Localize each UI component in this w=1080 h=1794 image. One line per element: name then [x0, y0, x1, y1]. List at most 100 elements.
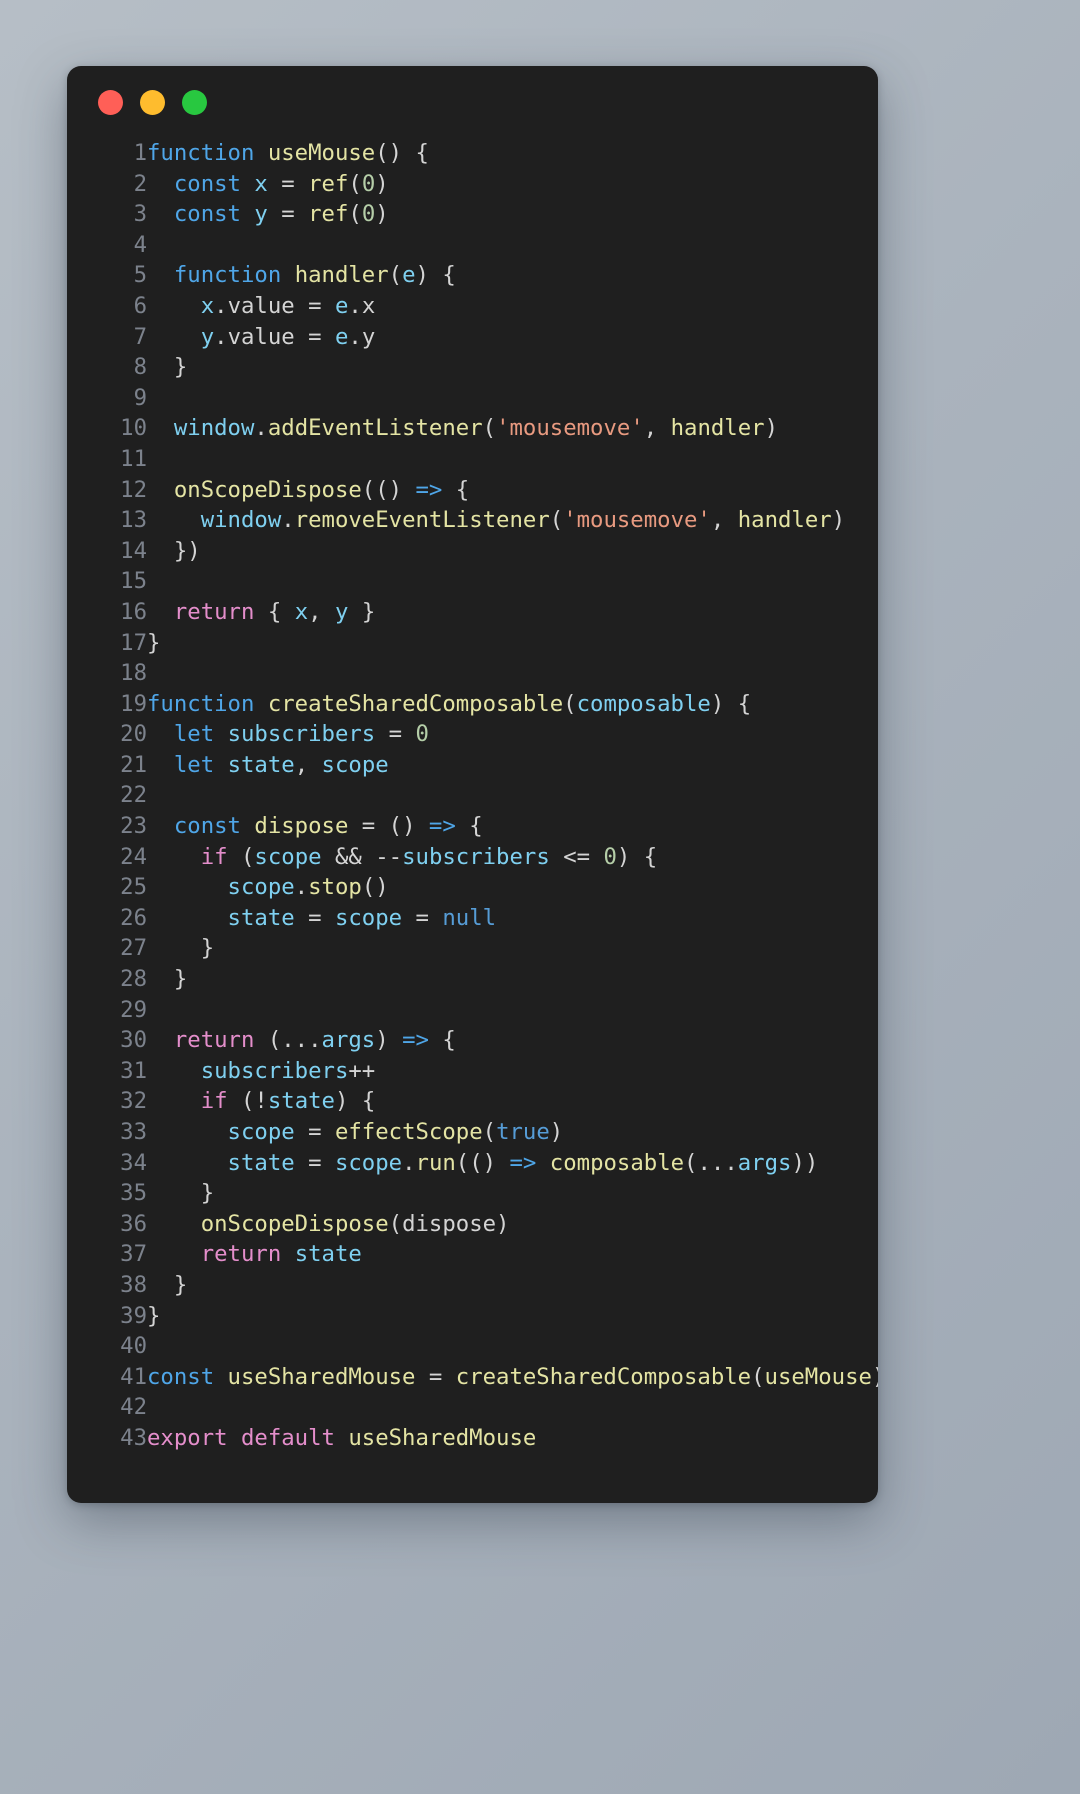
token-op: () { [375, 140, 429, 166]
token-op: { [428, 1027, 456, 1054]
line-source[interactable]: let subscribers = 0 [147, 719, 878, 750]
code-line: 17} [67, 628, 878, 659]
token-ctl: if [200, 843, 228, 870]
token-var: subscribers [200, 1057, 349, 1084]
line-source[interactable]: ​ [147, 1331, 878, 1362]
token-arw: => [509, 1149, 537, 1176]
token-pln [147, 905, 228, 931]
line-source[interactable]: } [147, 1178, 878, 1209]
token-op: { [254, 598, 295, 625]
token-op: { [455, 813, 483, 840]
line-source[interactable]: ​ [147, 383, 878, 414]
line-source[interactable]: let state, scope [147, 750, 878, 781]
line-number: 22 [120, 782, 147, 809]
line-source[interactable]: if (scope && --subscribers <= 0) { [147, 842, 878, 873]
line-source[interactable]: state = scope.run(() => composable(...ar… [147, 1148, 878, 1179]
token-var: y [254, 201, 268, 228]
token-fn: stop [308, 874, 362, 901]
token-op: (! [227, 1088, 268, 1115]
token-op: ) [496, 1210, 510, 1237]
token-op: = [294, 1119, 335, 1145]
code-line: 16 return { x, y } [67, 597, 878, 628]
line-source[interactable]: scope.stop() [147, 872, 878, 903]
window-titlebar [67, 66, 878, 138]
token-fn: onScopeDispose [200, 1210, 389, 1237]
line-source[interactable]: onScopeDispose(dispose) [147, 1209, 878, 1240]
line-source[interactable]: ​ [147, 230, 878, 261]
line-source[interactable]: function createSharedComposable(composab… [147, 689, 878, 720]
code-line: 27 } [67, 933, 878, 964]
line-source[interactable]: } [147, 628, 878, 659]
line-source[interactable]: return (...args) => { [147, 1025, 878, 1056]
line-source[interactable]: }) [147, 536, 878, 567]
token-op: ( [348, 170, 362, 197]
line-source[interactable]: } [147, 1270, 878, 1301]
maximize-button[interactable] [182, 89, 207, 115]
line-source[interactable]: } [147, 964, 878, 995]
line-source[interactable]: x.value = e.x [147, 291, 878, 322]
close-button[interactable] [98, 89, 123, 115]
line-source[interactable]: window.addEventListener('mousemove', han… [147, 413, 878, 444]
line-source[interactable]: ​ [147, 566, 878, 597]
line-source[interactable]: ​ [147, 995, 878, 1026]
line-source[interactable]: const y = ref(0) [147, 199, 878, 230]
line-source[interactable]: } [147, 352, 878, 383]
token-var: state [227, 751, 295, 778]
line-source[interactable]: ​ [147, 780, 878, 811]
code-editor[interactable]: 1 function useMouse() {2 const x = ref(0)… [67, 138, 878, 1480]
token-var: scope [334, 1149, 403, 1176]
token-op: (() [361, 476, 416, 503]
token-var: state [227, 1149, 295, 1176]
line-source[interactable]: } [147, 1301, 878, 1332]
line-source[interactable]: const x = ref(0) [147, 169, 878, 200]
token-op: ) [375, 170, 389, 197]
code-line: 4​ [67, 230, 878, 261]
token-fn: handler [670, 415, 765, 442]
line-source[interactable]: return { x, y } [147, 597, 878, 628]
line-source[interactable]: function handler(e) { [147, 260, 878, 291]
line-source[interactable]: ​ [147, 1392, 878, 1423]
token-arw: => [415, 476, 443, 503]
line-source[interactable]: state = scope = null [147, 903, 878, 934]
line-source[interactable]: scope = effectScope(true) [147, 1117, 878, 1148]
line-source[interactable]: return state [147, 1239, 878, 1270]
token-kw: const [147, 1363, 228, 1390]
line-source[interactable]: if (!state) { [147, 1086, 878, 1117]
code-line: 18​ [67, 658, 878, 689]
code-line: 43 export default useSharedMouse [67, 1423, 878, 1454]
token-op: } [147, 1180, 215, 1207]
token-str: 'mousemove' [496, 415, 644, 442]
token-op: && -- [321, 843, 403, 870]
line-source[interactable]: const dispose = () => { [147, 811, 878, 842]
line-number: 2 [133, 170, 147, 197]
token-op: ) { [415, 262, 456, 289]
line-number: 41 [120, 1363, 147, 1390]
line-source[interactable]: } [147, 933, 878, 964]
line-source[interactable]: subscribers++ [147, 1056, 878, 1087]
line-number: 4 [133, 231, 147, 258]
token-ctl: return [173, 1027, 255, 1054]
line-source[interactable]: export default useSharedMouse [147, 1423, 878, 1454]
token-op: ) { [710, 690, 752, 717]
code-line: 24 if (scope && --subscribers <= 0) { [67, 842, 878, 873]
code-line: 32 if (!state) { [67, 1086, 878, 1117]
line-number: 27 [120, 935, 147, 962]
token-op: ) [375, 1027, 403, 1054]
token-kw: const [173, 170, 255, 197]
line-source[interactable]: const useSharedMouse = createSharedCompo… [147, 1362, 878, 1393]
token-pln [147, 415, 174, 441]
line-number: 23 [120, 813, 147, 840]
line-source[interactable]: function useMouse() { [147, 138, 878, 169]
line-source[interactable]: window.removeEventListener('mousemove', … [147, 505, 878, 536]
minimize-button[interactable] [140, 89, 165, 115]
line-number: 32 [120, 1088, 147, 1115]
line-source[interactable]: y.value = e.y [147, 322, 878, 353]
token-op: ( [751, 1363, 765, 1390]
token-var: x [294, 598, 309, 625]
token-op: } [147, 629, 161, 656]
line-source[interactable]: onScopeDispose(() => { [147, 475, 878, 506]
line-source[interactable]: ​ [147, 444, 878, 475]
token-var: e [402, 262, 416, 289]
line-source[interactable]: ​ [147, 658, 878, 689]
code-line: 31 subscribers++ [67, 1056, 878, 1087]
